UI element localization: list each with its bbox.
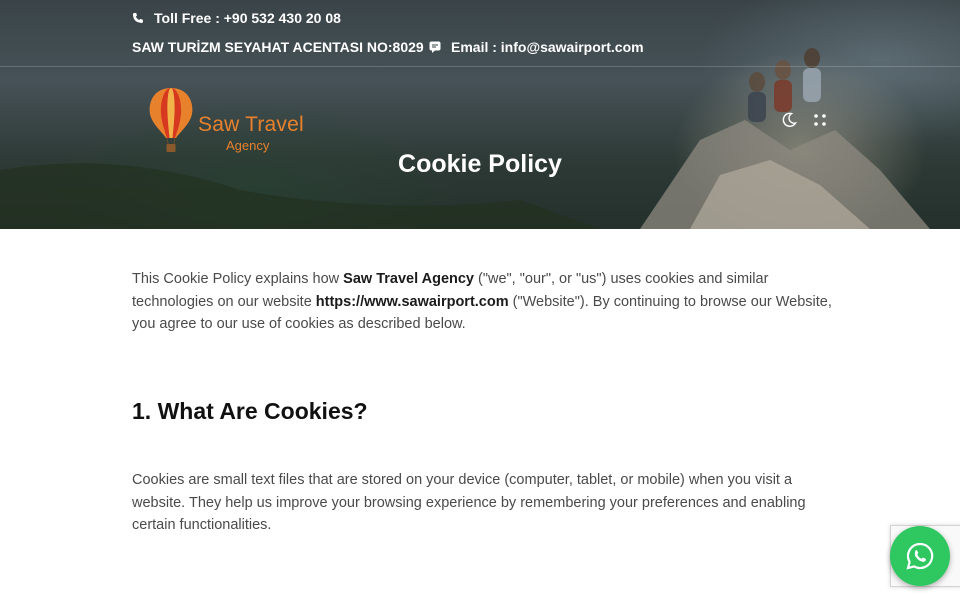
whatsapp-chat-button[interactable] (890, 526, 950, 586)
phone-icon (132, 12, 144, 24)
email-contact[interactable]: Email : info@sawairport.com (429, 39, 644, 55)
section-heading-what-are-cookies: 1. What Are Cookies? (132, 398, 368, 424)
hero-banner: Toll Free : +90 532 430 20 08 SAW TURİZM… (0, 0, 960, 229)
moon-icon (782, 112, 797, 127)
site-logo[interactable]: Saw Travel Agency (146, 86, 316, 156)
email-text: Email : info@sawairport.com (451, 39, 644, 55)
agency-registration: SAW TURİZM SEYAHAT ACENTASI NO:8029 (132, 39, 424, 55)
intro-paragraph: This Cookie Policy explains how Saw Trav… (132, 268, 832, 336)
theme-toggle-button[interactable] (779, 110, 799, 130)
website-link[interactable]: https://www.sawairport.com (316, 294, 509, 310)
menu-grid-button[interactable] (810, 110, 830, 130)
grid-dots-icon (814, 114, 826, 126)
intro-text-1: This Cookie Policy explains how (132, 271, 344, 287)
logo-brand-text: Saw Travel (198, 113, 304, 136)
page-title: Cookie Policy (398, 150, 562, 178)
registration-text: SAW TURİZM SEYAHAT ACENTASI NO:8029 (132, 39, 424, 55)
hot-air-balloon-icon (149, 88, 193, 152)
intro-brand: Saw Travel Agency (343, 271, 474, 287)
chat-icon (429, 41, 441, 53)
phone-text: Toll Free : +90 532 430 20 08 (154, 10, 341, 26)
section-body-what-are-cookies: Cookies are small text files that are st… (132, 472, 806, 533)
top-info-bar: Toll Free : +90 532 430 20 08 SAW TURİZM… (0, 0, 960, 67)
whatsapp-icon (906, 542, 934, 570)
toll-free-phone[interactable]: Toll Free : +90 532 430 20 08 (132, 10, 341, 26)
